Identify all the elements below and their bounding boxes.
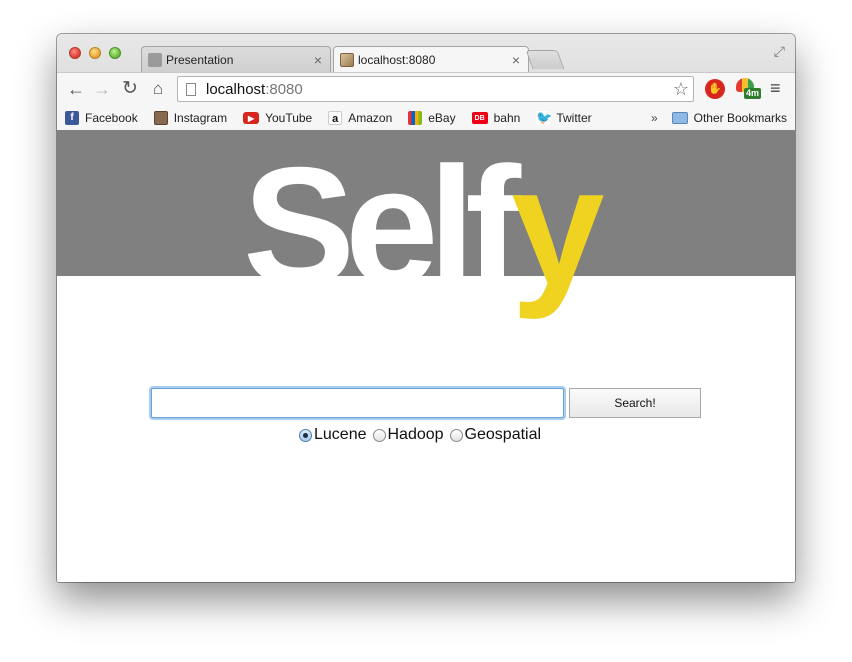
forward-arrow-icon[interactable]: → [91, 78, 113, 100]
selfy-logo: Selfy [243, 130, 605, 326]
radio-label: Geospatial [464, 426, 542, 443]
bookmark-amazon[interactable]: a Amazon [328, 111, 392, 125]
bookmark-youtube[interactable]: ▶ YouTube [243, 111, 312, 125]
search-button[interactable]: Search! [569, 388, 701, 418]
youtube-icon: ▶ [243, 112, 260, 124]
tab-localhost[interactable]: localhost:8080 × [333, 46, 529, 73]
extension-icon[interactable]: 4m [736, 78, 762, 100]
window-close-button[interactable] [69, 47, 81, 59]
bookmark-label: Twitter [556, 111, 592, 125]
radio-hadoop[interactable]: Hadoop [372, 426, 444, 444]
bookmark-ebay[interactable]: eBay [408, 111, 456, 125]
radio-checked-icon[interactable] [299, 428, 312, 442]
db-logo-icon: DB [471, 112, 488, 124]
bookmarks-bar: f Facebook Instagram ▶ YouTube a Amazon … [57, 105, 795, 131]
search-input[interactable] [151, 388, 564, 418]
tab-presentation[interactable]: Presentation × [141, 46, 331, 72]
bookmark-label: Instagram [173, 111, 228, 125]
address-bar[interactable]: localhost:8080 ☆ [177, 76, 694, 102]
new-tab-button[interactable] [525, 50, 565, 69]
adblock-extension-icon[interactable]: ✋ [705, 79, 725, 99]
facebook-icon: f [65, 111, 79, 125]
back-arrow-icon[interactable]: ← [65, 78, 87, 100]
extension-badge: 4m [744, 88, 762, 99]
radio-label: Lucene [314, 426, 367, 443]
bookmark-instagram[interactable]: Instagram [153, 111, 228, 125]
browser-window: ⤢ Presentation × localhost:8080 × ← → ↻ … [57, 34, 795, 582]
tab-close-icon[interactable]: × [512, 52, 520, 68]
bookmark-bahn[interactable]: DB bahn [471, 111, 521, 125]
home-icon[interactable]: ⌂ [147, 78, 169, 100]
logo-main-text: Self [243, 132, 521, 320]
broken-image-favicon-icon [340, 53, 354, 67]
tab-close-icon[interactable]: × [314, 52, 322, 68]
bookmark-twitter[interactable]: 🐦 Twitter [536, 110, 592, 125]
bookmark-other-folder[interactable]: Other Bookmarks [671, 111, 787, 125]
tab-title: localhost:8080 [358, 53, 436, 67]
bookmark-label: eBay [428, 111, 456, 125]
tab-title: Presentation [166, 52, 234, 67]
instagram-icon [153, 111, 168, 125]
bookmark-label: Other Bookmarks [693, 111, 787, 125]
bookmarks-overflow-chevron[interactable]: » [651, 111, 658, 125]
bookmark-label: bahn [493, 111, 521, 125]
engine-radio-group: Lucene Hadoop Geospatial [299, 426, 547, 444]
url-host: localhost [206, 80, 266, 98]
radio-unchecked-icon[interactable] [372, 428, 386, 442]
bookmark-label: Amazon [348, 111, 393, 125]
radio-unchecked-icon[interactable] [449, 428, 463, 442]
radio-geospatial[interactable]: Geospatial [449, 426, 542, 444]
window-zoom-button[interactable] [109, 47, 121, 59]
window-minimize-button[interactable] [89, 47, 101, 59]
page-content: Selfy Search! Lucene Hadoop Geospatial [57, 130, 795, 582]
menu-icon[interactable]: ≡ [770, 78, 781, 99]
bookmark-label: Facebook [85, 111, 138, 125]
radio-lucene[interactable]: Lucene [299, 426, 367, 444]
folder-icon [671, 112, 688, 124]
browser-toolbar: ← → ↻ ⌂ localhost:8080 ☆ ✋ 4m ≡ f Facebo… [57, 72, 795, 131]
page-icon [186, 82, 196, 96]
twitter-bird-icon: 🐦 [536, 110, 553, 125]
radio-label: Hadoop [387, 426, 444, 443]
bookmark-label: YouTube [265, 111, 313, 125]
reload-icon[interactable]: ↻ [119, 78, 141, 100]
fullscreen-icon[interactable]: ⤢ [774, 43, 785, 60]
apple-favicon-icon [148, 52, 162, 67]
bookmark-star-icon[interactable]: ☆ [673, 79, 689, 100]
amazon-icon: a [328, 111, 343, 125]
url-port: :8080 [265, 80, 303, 98]
logo-accent-letter: y [511, 132, 604, 320]
ebay-bag-icon [408, 111, 423, 125]
bookmark-facebook[interactable]: f Facebook [65, 111, 138, 125]
